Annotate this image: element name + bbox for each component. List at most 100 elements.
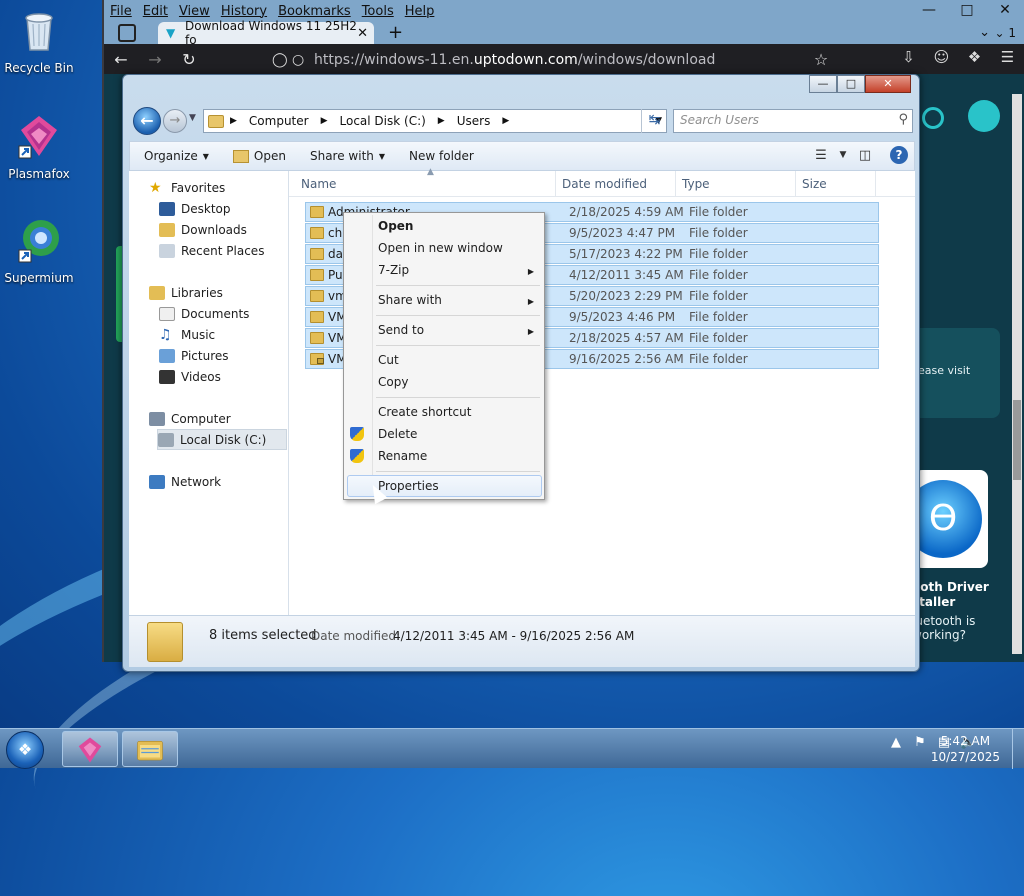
- bluetooth-app-thumbnail[interactable]: ϴ: [904, 470, 988, 568]
- menu-help[interactable]: Help: [405, 4, 435, 19]
- site-avatar-icon[interactable]: [968, 100, 1000, 132]
- recent-pages-dropdown-icon[interactable]: ▼: [189, 113, 196, 123]
- menu-item-7zip[interactable]: 7-Zip: [378, 263, 409, 277]
- desktop-icon-supermium[interactable]: Supermium: [0, 216, 82, 285]
- nav-pictures[interactable]: Pictures: [159, 345, 229, 366]
- help-icon[interactable]: ?: [890, 146, 908, 164]
- menu-item-copy[interactable]: Copy: [378, 375, 408, 389]
- taskbar-explorer[interactable]: [122, 731, 178, 767]
- nav-recent-places[interactable]: Recent Places: [159, 240, 264, 261]
- search-icon[interactable]: ⚲: [898, 112, 908, 127]
- forward-arrow-icon[interactable]: →: [138, 50, 172, 69]
- close-icon[interactable]: ✕: [986, 0, 1024, 22]
- menu-item-open[interactable]: Open: [378, 219, 413, 233]
- search-input[interactable]: Search Users ⚲: [673, 109, 913, 133]
- column-divider[interactable]: [875, 171, 876, 197]
- bookmark-star-icon[interactable]: ☆: [804, 50, 838, 69]
- maximize-icon[interactable]: □: [837, 75, 865, 93]
- tab-count-badge[interactable]: ⌄ 1: [994, 22, 1016, 44]
- minimize-icon[interactable]: —: [809, 75, 837, 93]
- tab-list-icon[interactable]: [118, 24, 136, 42]
- desktop-icon-plasmafox[interactable]: Plasmafox: [0, 112, 82, 181]
- maximize-icon[interactable]: □: [948, 0, 986, 22]
- organize-button[interactable]: Organize ▼: [144, 149, 209, 163]
- breadcrumb-separator-icon[interactable]: ▶: [438, 116, 445, 126]
- more-options-icon[interactable]: ▼: [836, 150, 850, 160]
- nav-computer[interactable]: Computer: [149, 408, 231, 429]
- column-size[interactable]: Size: [802, 177, 827, 191]
- menu-item-share-with[interactable]: Share with: [378, 293, 442, 307]
- menu-hamburger-icon[interactable]: ☰: [991, 48, 1024, 66]
- column-divider[interactable]: [675, 171, 676, 197]
- page-scrollbar[interactable]: [1012, 94, 1022, 654]
- nav-videos[interactable]: Videos: [159, 366, 221, 387]
- menu-item-properties[interactable]: Properties: [378, 479, 439, 493]
- menu-edit[interactable]: Edit: [143, 4, 168, 19]
- menu-item-rename[interactable]: Rename: [378, 449, 427, 463]
- menu-item-open-new-window[interactable]: Open in new window: [378, 241, 503, 255]
- tab-active[interactable]: ▼ Download Windows 11 25H2 fo ✕: [158, 19, 374, 47]
- column-divider[interactable]: [555, 171, 556, 197]
- open-button[interactable]: Open: [232, 149, 286, 163]
- tab-close-icon[interactable]: ✕: [357, 26, 368, 41]
- change-view-icon[interactable]: ☰: [806, 148, 836, 163]
- breadcrumb-separator-icon[interactable]: ▶: [502, 116, 509, 126]
- action-center-flag-icon[interactable]: ⚑: [908, 735, 932, 750]
- clock[interactable]: 5:42 AM 10/27/2025: [931, 733, 1000, 765]
- site-search-icon[interactable]: [922, 107, 944, 129]
- share-with-button[interactable]: Share with ▼: [310, 149, 385, 163]
- explorer-window-controls: — □ ✕: [809, 75, 911, 93]
- nav-desktop[interactable]: Desktop: [159, 198, 231, 219]
- menu-history[interactable]: History: [221, 4, 267, 19]
- back-button[interactable]: ←: [133, 107, 161, 135]
- row-date: 2/18/2025 4:57 AM: [569, 331, 684, 345]
- menu-item-create-shortcut[interactable]: Create shortcut: [378, 405, 471, 419]
- nav-documents[interactable]: Documents: [159, 303, 249, 324]
- minimize-icon[interactable]: —: [910, 0, 948, 22]
- column-date-modified[interactable]: Date modified: [562, 177, 647, 191]
- back-arrow-icon[interactable]: ←: [104, 50, 138, 69]
- column-divider[interactable]: [795, 171, 796, 197]
- breadcrumb-computer[interactable]: Computer: [249, 114, 309, 128]
- show-hidden-icons-icon[interactable]: ▲: [884, 735, 908, 750]
- breadcrumb-separator-icon[interactable]: ▶: [230, 116, 237, 126]
- nav-downloads[interactable]: Downloads: [159, 219, 247, 240]
- breadcrumb-separator-icon[interactable]: ▶: [321, 116, 328, 126]
- new-folder-button[interactable]: New folder: [409, 149, 474, 163]
- close-icon[interactable]: ✕: [865, 75, 911, 93]
- column-name[interactable]: Name: [301, 177, 336, 191]
- forward-button[interactable]: →: [163, 109, 187, 133]
- account-icon[interactable]: ☺: [925, 48, 958, 66]
- page-scrollbar-thumb[interactable]: [1013, 400, 1021, 480]
- nav-music[interactable]: ♫ Music: [159, 324, 215, 345]
- menu-view[interactable]: View: [179, 4, 210, 19]
- menu-item-delete[interactable]: Delete: [378, 427, 417, 441]
- nav-network[interactable]: Network: [149, 471, 221, 492]
- site-card[interactable]: ease visit: [912, 328, 1000, 418]
- reload-icon[interactable]: ↻: [172, 50, 206, 69]
- preview-pane-icon[interactable]: ◫: [850, 148, 880, 163]
- chevron-down-icon[interactable]: ⌄: [979, 22, 990, 44]
- new-tab-button[interactable]: +: [388, 22, 403, 44]
- site-app-title[interactable]: ooth Driver staller: [912, 580, 1004, 610]
- nav-libraries[interactable]: Libraries: [149, 282, 223, 303]
- menu-file[interactable]: File: [110, 4, 132, 19]
- nav-local-disk[interactable]: Local Disk (C:): [157, 429, 287, 450]
- taskbar-plasmafox[interactable]: [62, 731, 118, 767]
- refresh-icon[interactable]: ↹: [641, 109, 667, 133]
- desktop-icon-recycle-bin[interactable]: Recycle Bin: [0, 6, 82, 75]
- start-button[interactable]: ❖: [6, 731, 44, 769]
- menu-item-cut[interactable]: Cut: [378, 353, 399, 367]
- address-bar[interactable]: ▶ Computer ▶ Local Disk (C:) ▶ Users ▶ ▼: [203, 109, 667, 133]
- menu-tools[interactable]: Tools: [362, 4, 394, 19]
- breadcrumb-local-disk[interactable]: Local Disk (C:): [340, 114, 426, 128]
- breadcrumb-users[interactable]: Users: [457, 114, 491, 128]
- nav-favorites[interactable]: ★ Favorites: [149, 177, 225, 198]
- menu-bookmarks[interactable]: Bookmarks: [278, 4, 351, 19]
- menu-item-send-to[interactable]: Send to: [378, 323, 424, 337]
- download-icon[interactable]: ⇩: [892, 48, 925, 66]
- show-desktop-button[interactable]: [1012, 729, 1024, 769]
- extensions-icon[interactable]: ❖: [958, 48, 991, 66]
- column-type[interactable]: Type: [682, 177, 710, 191]
- url-bar[interactable]: ◯ ○ https://windows-11.en. uptodown.com/w…: [272, 48, 792, 72]
